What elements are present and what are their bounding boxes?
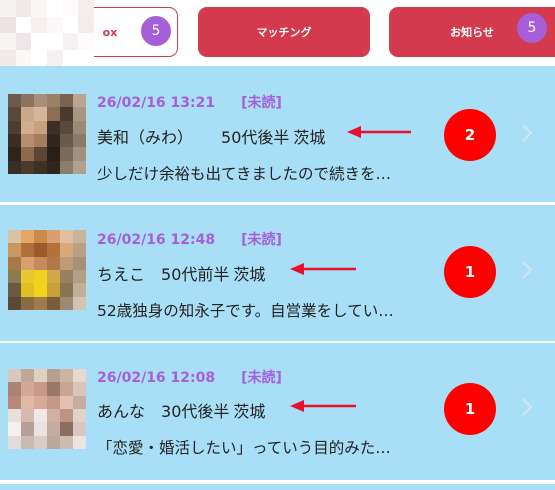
privacy-mosaic	[0, 0, 94, 66]
message-row[interactable]: 26/02/16 13:21 [未読] 美和（みわ） 50代後半 茨城 少しだけ余裕も…	[0, 66, 555, 202]
sender-prefecture: 茨城	[293, 128, 326, 147]
message-row[interactable]: 26/02/16 12:48 [未読] ちえこ 50代前半 茨城 52歳独身の知永子で…	[0, 205, 555, 341]
sender-age: 30代後半	[161, 402, 230, 421]
tab-matching-label: マッチング	[256, 26, 312, 39]
inbox-count-badge: 5	[141, 16, 171, 46]
message-meta: 26/02/16 13:21 [未読]	[97, 92, 282, 112]
tab-notice-label: お知らせ	[450, 26, 494, 39]
unread-count-badge: 1	[444, 246, 496, 298]
sender-line: ちえこ 50代前半 茨城	[97, 261, 265, 285]
unread-status: [未読]	[241, 370, 282, 386]
message-row[interactable]: 26/02/16 12:08 [未読] あんな 30代後半 茨城 「恋愛・婚活したい」…	[0, 343, 555, 480]
left-arrow-icon	[290, 400, 356, 412]
message-meta: 26/02/16 12:08 [未読]	[97, 367, 282, 387]
avatar	[8, 94, 86, 174]
message-list: 26/02/16 13:21 [未読] 美和（みわ） 50代後半 茨城 少しだけ余裕も…	[0, 66, 555, 490]
tab-matching[interactable]: マッチング	[198, 7, 370, 57]
message-date: 26/02/16 13:21	[97, 95, 216, 111]
sender-prefecture: 茨城	[233, 402, 266, 421]
tab-bar: ox 5 マッチング お知らせ 5	[0, 0, 555, 66]
message-date: 26/02/16 12:08	[97, 370, 216, 386]
chevron-right-icon	[522, 261, 533, 279]
unread-count-badge: 2	[444, 109, 496, 161]
sender-age: 50代後半	[221, 128, 290, 147]
sender-line: あんな 30代後半 茨城	[97, 398, 265, 422]
left-arrow-icon	[347, 126, 411, 138]
unread-status: [未読]	[241, 95, 282, 111]
notice-count-badge: 5	[517, 13, 547, 43]
message-meta: 26/02/16 12:48 [未読]	[97, 229, 282, 249]
avatar	[8, 369, 86, 449]
chevron-right-icon	[522, 398, 533, 416]
sender-name: 美和（みわ）	[97, 128, 194, 147]
unread-status: [未読]	[241, 232, 282, 248]
message-row-partial[interactable]	[0, 484, 555, 490]
sender-line: 美和（みわ） 50代後半 茨城	[97, 124, 325, 148]
message-date: 26/02/16 12:48	[97, 232, 216, 248]
sender-age: 50代前半	[161, 265, 230, 284]
sender-name: ちえこ	[97, 265, 146, 284]
message-preview: 「恋愛・婚活したい」っていう目的みた…	[97, 439, 391, 457]
tab-notice[interactable]: お知らせ 5	[389, 7, 555, 57]
chevron-right-icon	[522, 124, 533, 142]
app-root: ox 5 マッチング お知らせ 5 26/02/16 13:21 [未読] 美和…	[0, 0, 555, 490]
message-preview: 52歳独身の知永子です。自営業をしてい…	[97, 302, 394, 320]
sender-prefecture: 茨城	[233, 265, 266, 284]
avatar	[8, 230, 86, 310]
unread-count-badge: 1	[444, 383, 496, 435]
sender-name: あんな	[97, 402, 146, 421]
message-preview: 少しだけ余裕も出てきましたので続きを…	[97, 165, 392, 183]
tab-inbox-label: ox	[102, 25, 118, 39]
left-arrow-icon	[290, 263, 356, 275]
